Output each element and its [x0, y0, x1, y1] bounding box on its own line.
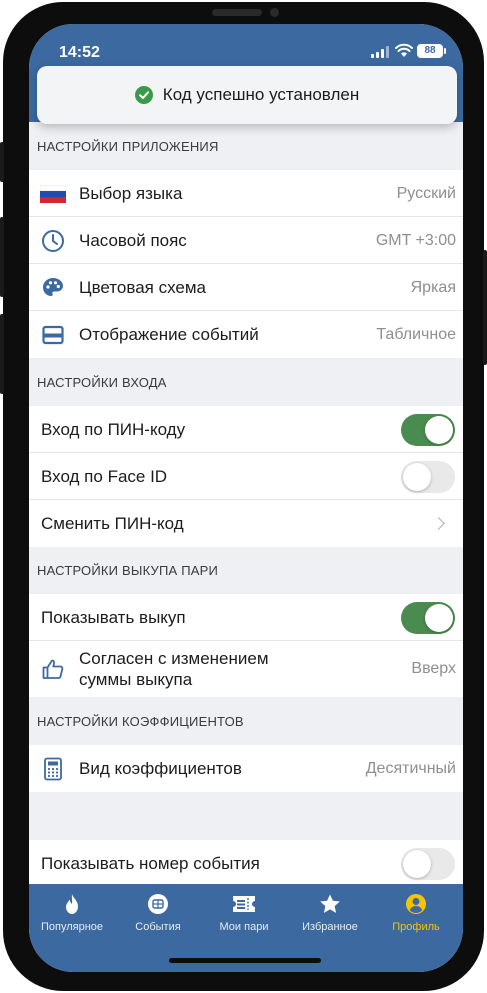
row-label: Вид коэффициентов	[79, 758, 242, 778]
camera	[270, 8, 279, 17]
row-value: Табличное	[376, 325, 456, 343]
tab-popular[interactable]: Популярное	[29, 892, 115, 933]
tab-label: Избранное	[302, 921, 358, 933]
tab-events[interactable]: События	[115, 892, 201, 933]
wifi-icon	[395, 43, 413, 57]
row-events-display[interactable]: Отображение событий Табличное	[29, 311, 463, 358]
star-icon	[318, 892, 342, 916]
row-color-scheme[interactable]: Цветовая схема Яркая	[29, 264, 463, 311]
table-view-icon	[40, 322, 66, 348]
row-label: Цветовая схема	[79, 277, 206, 297]
russia-flag-icon	[40, 181, 66, 207]
toast-notification: Код успешно установлен	[37, 66, 457, 124]
row-timezone[interactable]: Часовой пояс GMT +3:00	[29, 217, 463, 264]
tab-label: События	[135, 921, 181, 933]
thumbs-up-icon	[40, 656, 66, 682]
row-value: GMT +3:00	[375, 231, 456, 249]
row-label: Показывать выкуп	[41, 607, 186, 627]
row-label: Отображение событий	[79, 324, 259, 344]
tab-my-bets[interactable]: Мои пари	[201, 892, 287, 933]
show-event-number-toggle[interactable]	[401, 847, 455, 880]
ticket-icon	[232, 892, 256, 916]
screen: 14:52 88 Код успешно установлен НАСТРОЙК…	[29, 24, 463, 972]
row-language[interactable]: Выбор языка Русский	[29, 170, 463, 217]
row-label-line2: суммы выкупа	[79, 670, 193, 689]
flame-icon	[60, 892, 84, 916]
faceid-login-toggle[interactable]	[401, 460, 455, 493]
speaker	[212, 9, 262, 16]
ball-icon	[146, 892, 170, 916]
power-button	[483, 250, 487, 365]
row-label: Показывать номер события	[41, 853, 260, 873]
clock-icon	[40, 228, 66, 254]
row-value: Русский	[396, 184, 456, 202]
row-change-pin[interactable]: Сменить ПИН-код	[29, 500, 463, 547]
mute-switch	[0, 142, 4, 182]
tab-label: Мои пари	[219, 921, 269, 933]
tab-label: Профиль	[392, 921, 440, 933]
section-header-app: НАСТРОЙКИ ПРИЛОЖЕНИЯ	[37, 139, 219, 154]
row-odds-format[interactable]: Вид коэффициентов Десятичный	[29, 745, 463, 792]
status-time: 14:52	[59, 44, 100, 61]
section-header-odds: НАСТРОЙКИ КОЭФФИЦИЕНТОВ	[37, 714, 244, 729]
row-label-line1: Согласен с изменением	[79, 649, 269, 668]
toast-text: Код успешно установлен	[162, 85, 360, 104]
row-label: Согласен с изменением суммы выкупа	[79, 648, 269, 690]
row-show-buyout: Показывать выкуп	[29, 594, 463, 641]
row-pin-login: Вход по ПИН-коду	[29, 406, 463, 453]
signal-icon	[371, 46, 389, 58]
show-buyout-toggle[interactable]	[401, 601, 455, 634]
row-label: Вход по Face ID	[41, 466, 168, 486]
row-label: Сменить ПИН-код	[41, 513, 184, 533]
row-buyout-change[interactable]: Согласен с изменением суммы выкупа Вверх	[29, 641, 463, 697]
row-label: Вход по ПИН-коду	[41, 419, 186, 439]
row-value: Вверх	[411, 660, 456, 677]
user-icon	[404, 892, 428, 916]
home-indicator	[169, 958, 321, 963]
battery-indicator: 88	[417, 44, 446, 58]
tab-label: Популярное	[40, 921, 104, 933]
palette-icon	[40, 275, 66, 301]
pin-login-toggle[interactable]	[401, 413, 455, 446]
check-circle-icon	[134, 86, 153, 104]
row-label: Часовой пояс	[79, 230, 187, 250]
phone-frame: 14:52 88 Код успешно установлен НАСТРОЙК…	[0, 2, 487, 991]
row-faceid-login: Вход по Face ID	[29, 453, 463, 500]
tab-profile[interactable]: Профиль	[373, 892, 459, 933]
section-header-buyout: НАСТРОЙКИ ВЫКУПА ПАРИ	[37, 563, 219, 578]
section-header-login: НАСТРОЙКИ ВХОДА	[37, 375, 167, 390]
chevron-right-icon	[432, 517, 445, 530]
calculator-icon	[40, 756, 66, 782]
volume-down-button	[0, 314, 4, 394]
volume-up-button	[0, 217, 4, 297]
row-show-event-number: Показывать номер события	[29, 840, 463, 887]
row-value: Десятичный	[365, 759, 456, 777]
tab-favorites[interactable]: Избранное	[287, 892, 373, 933]
row-value: Яркая	[410, 278, 456, 296]
row-label: Выбор языка	[79, 183, 183, 203]
